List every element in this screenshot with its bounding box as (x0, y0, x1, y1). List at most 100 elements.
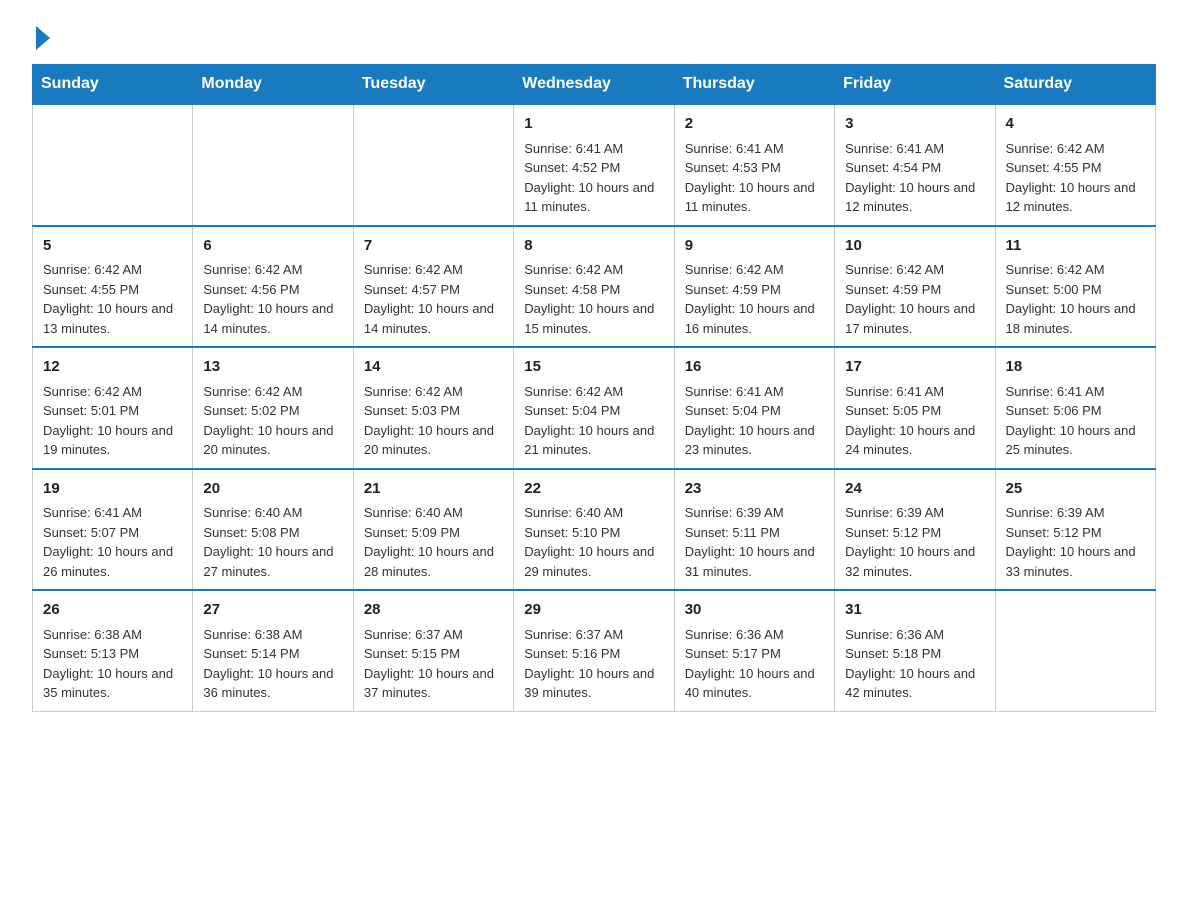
sunrise-text: Sunrise: 6:40 AM (203, 505, 302, 520)
calendar-cell: 3Sunrise: 6:41 AMSunset: 4:54 PMDaylight… (835, 104, 995, 226)
day-number: 6 (203, 235, 342, 258)
calendar-week-row: 5 Sunrise: 6:42 AM Sunset: 4:55 PM Daylight… (33, 226, 1156, 348)
calendar-week-row: 26 Sunrise: 6:38 AM Sunset: 5:13 PM Dayligh… (33, 590, 1156, 711)
cell-content: 7Sunrise: 6:42 AMSunset: 4:57 PMDaylight… (364, 235, 503, 339)
day-number: 4 (1006, 113, 1145, 136)
sunrise-text: Sunrise: 6:40 AM (364, 505, 463, 520)
calendar-cell: 13Sunrise: 6:42 AMSunset: 5:02 PMDayligh… (193, 347, 353, 469)
daylight-text: Daylight: 10 hours and 36 minutes. (203, 666, 333, 701)
cell-content: 13Sunrise: 6:42 AMSunset: 5:02 PMDayligh… (203, 356, 342, 460)
cell-content: 11Sunrise: 6:42 AMSunset: 5:00 PMDayligh… (1006, 235, 1145, 339)
daylight-text: Daylight: 10 hours and 14 minutes. (203, 301, 333, 336)
day-number: 5 (43, 235, 182, 258)
sunset-text: Sunset: 5:12 PM (845, 525, 941, 540)
calendar-cell: 10Sunrise: 6:42 AMSunset: 4:59 PMDayligh… (835, 226, 995, 348)
daylight-text: Daylight: 10 hours and 26 minutes. (43, 544, 173, 579)
day-number: 25 (1006, 478, 1145, 501)
calendar-cell (995, 590, 1155, 711)
calendar-cell: 29Sunrise: 6:37 AMSunset: 5:16 PMDayligh… (514, 590, 674, 711)
daylight-text: Daylight: 10 hours and 29 minutes. (524, 544, 654, 579)
calendar-cell: 8Sunrise: 6:42 AMSunset: 4:58 PMDaylight… (514, 226, 674, 348)
daylight-text: Daylight: 10 hours and 16 minutes. (685, 301, 815, 336)
day-number: 20 (203, 478, 342, 501)
calendar-cell: 25Sunrise: 6:39 AMSunset: 5:12 PMDayligh… (995, 469, 1155, 591)
daylight-text: Daylight: 10 hours and 33 minutes. (1006, 544, 1136, 579)
sunset-text: Sunset: 5:16 PM (524, 646, 620, 661)
cell-content: 27Sunrise: 6:38 AMSunset: 5:14 PMDayligh… (203, 599, 342, 703)
sunset-text: Sunset: 4:53 PM (685, 160, 781, 175)
daylight-text: Daylight: 10 hours and 11 minutes. (524, 180, 654, 215)
sunset-text: Sunset: 5:04 PM (685, 403, 781, 418)
calendar-week-row: 12Sunrise: 6:42 AMSunset: 5:01 PMDayligh… (33, 347, 1156, 469)
calendar-cell: 9Sunrise: 6:42 AMSunset: 4:59 PMDaylight… (674, 226, 834, 348)
sunset-text: Sunset: 5:13 PM (43, 646, 139, 661)
daylight-text: Daylight: 10 hours and 11 minutes. (685, 180, 815, 215)
sunrise-text: Sunrise: 6:41 AM (685, 141, 784, 156)
calendar-cell: 27Sunrise: 6:38 AMSunset: 5:14 PMDayligh… (193, 590, 353, 711)
sunrise-text: Sunrise: 6:42 AM (203, 384, 302, 399)
sunrise-text: Sunrise: 6:36 AM (685, 627, 784, 642)
calendar-cell: 26Sunrise: 6:38 AMSunset: 5:13 PMDayligh… (33, 590, 193, 711)
day-number: 23 (685, 478, 824, 501)
sunrise-text: Sunrise: 6:41 AM (1006, 384, 1105, 399)
calendar-cell: 5Sunrise: 6:42 AMSunset: 4:55 PMDaylight… (33, 226, 193, 348)
sunset-text: Sunset: 5:02 PM (203, 403, 299, 418)
calendar-header-saturday: Saturday (995, 65, 1155, 105)
sunrise-text: Sunrise: 6:42 AM (685, 262, 784, 277)
day-number: 13 (203, 356, 342, 379)
calendar-cell: 2Sunrise: 6:41 AMSunset: 4:53 PMDaylight… (674, 104, 834, 226)
sunset-text: Sunset: 5:05 PM (845, 403, 941, 418)
daylight-text: Daylight: 10 hours and 17 minutes. (845, 301, 975, 336)
calendar-cell: 17Sunrise: 6:41 AMSunset: 5:05 PMDayligh… (835, 347, 995, 469)
calendar-header-sunday: Sunday (33, 65, 193, 105)
day-number: 27 (203, 599, 342, 622)
cell-content: 16Sunrise: 6:41 AMSunset: 5:04 PMDayligh… (685, 356, 824, 460)
page-header (32, 24, 1156, 46)
sunset-text: Sunset: 4:58 PM (524, 282, 620, 297)
calendar-header-row: SundayMondayTuesdayWednesdayThursdayFrid… (33, 65, 1156, 105)
sunrise-text: Sunrise: 6:42 AM (524, 384, 623, 399)
sunset-text: Sunset: 5:07 PM (43, 525, 139, 540)
sunrise-text: Sunrise: 6:38 AM (203, 627, 302, 642)
calendar-cell (193, 104, 353, 226)
day-number: 26 (43, 599, 182, 622)
sunrise-text: Sunrise: 6:36 AM (845, 627, 944, 642)
cell-content: 10Sunrise: 6:42 AMSunset: 4:59 PMDayligh… (845, 235, 984, 339)
daylight-text: Daylight: 10 hours and 12 minutes. (1006, 180, 1136, 215)
cell-content: 19Sunrise: 6:41 AMSunset: 5:07 PMDayligh… (43, 478, 182, 582)
daylight-text: Daylight: 10 hours and 20 minutes. (364, 423, 494, 458)
sunrise-text: Sunrise: 6:42 AM (524, 262, 623, 277)
daylight-text: Daylight: 10 hours and 25 minutes. (1006, 423, 1136, 458)
sunrise-text: Sunrise: 6:42 AM (364, 262, 463, 277)
cell-content: 31 Sunrise: 6:36 AM Sunset: 5:18 PM Dayligh… (845, 599, 984, 703)
daylight-text: Daylight: 10 hours and 14 minutes. (364, 301, 494, 336)
calendar-header-wednesday: Wednesday (514, 65, 674, 105)
sunset-text: Sunset: 5:18 PM (845, 646, 941, 661)
sunset-text: Sunset: 4:55 PM (43, 282, 139, 297)
cell-content: 17Sunrise: 6:41 AMSunset: 5:05 PMDayligh… (845, 356, 984, 460)
daylight-text: Daylight: 10 hours and 19 minutes. (43, 423, 173, 458)
day-number: 28 (364, 599, 503, 622)
day-number: 31 (845, 599, 984, 622)
calendar-cell: 11Sunrise: 6:42 AMSunset: 5:00 PMDayligh… (995, 226, 1155, 348)
calendar-cell: 24Sunrise: 6:39 AMSunset: 5:12 PMDayligh… (835, 469, 995, 591)
sunset-text: Sunset: 5:11 PM (685, 525, 780, 540)
daylight-text: Daylight: 10 hours and 42 minutes. (845, 666, 975, 701)
sunrise-text: Sunrise: 6:41 AM (685, 384, 784, 399)
cell-content: 20Sunrise: 6:40 AMSunset: 5:08 PMDayligh… (203, 478, 342, 582)
sunrise-text: Sunrise: 6:39 AM (685, 505, 784, 520)
day-number: 8 (524, 235, 663, 258)
day-number: 21 (364, 478, 503, 501)
sunrise-text: Sunrise: 6:42 AM (43, 384, 142, 399)
sunrise-text: Sunrise: 6:40 AM (524, 505, 623, 520)
cell-content: 3Sunrise: 6:41 AMSunset: 4:54 PMDaylight… (845, 113, 984, 217)
calendar-week-row: 19Sunrise: 6:41 AMSunset: 5:07 PMDayligh… (33, 469, 1156, 591)
cell-content: 28Sunrise: 6:37 AMSunset: 5:15 PMDayligh… (364, 599, 503, 703)
daylight-text: Daylight: 10 hours and 27 minutes. (203, 544, 333, 579)
calendar-cell: 1Sunrise: 6:41 AMSunset: 4:52 PMDaylight… (514, 104, 674, 226)
sunset-text: Sunset: 5:15 PM (364, 646, 460, 661)
sunrise-text: Sunrise: 6:42 AM (43, 262, 142, 277)
calendar-header-thursday: Thursday (674, 65, 834, 105)
day-number: 12 (43, 356, 182, 379)
calendar-cell: 6Sunrise: 6:42 AMSunset: 4:56 PMDaylight… (193, 226, 353, 348)
